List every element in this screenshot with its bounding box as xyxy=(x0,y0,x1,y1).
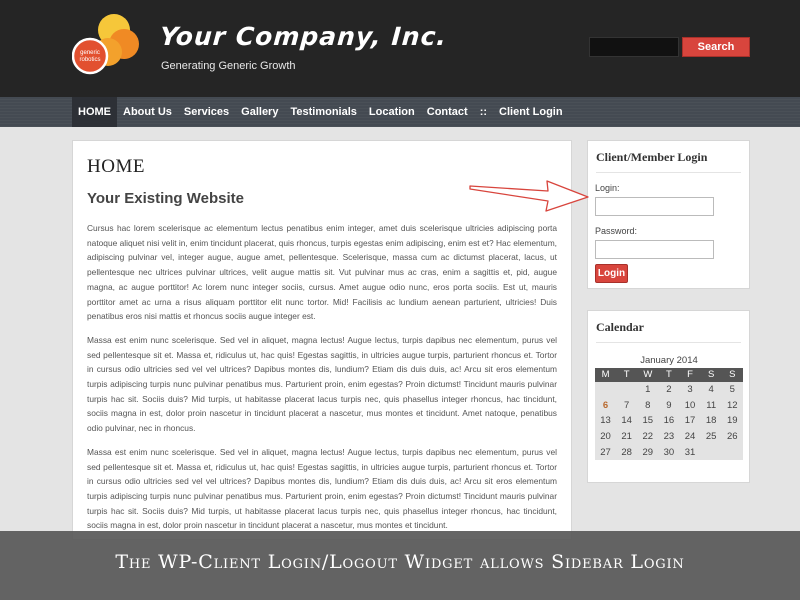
page-title: HOME xyxy=(87,156,145,177)
calendar-day: 21 xyxy=(621,431,632,443)
login-field[interactable] xyxy=(595,197,714,216)
nav-item-contact[interactable]: Contact xyxy=(421,97,474,127)
calendar-widget: Calendar January 2014 M T W T F S S 1 2 3 4 5 6 7 8 9 10… xyxy=(587,310,750,483)
arrow-annotation-icon xyxy=(469,180,589,212)
nav-separator: :: xyxy=(479,106,488,118)
calendar-empty-cell xyxy=(722,445,743,461)
calendar-weekday: S xyxy=(721,368,743,382)
main-navigation: HOME About Us Services Gallery Testimonials L… xyxy=(0,97,800,127)
calendar-day: 5 xyxy=(729,384,735,395)
login-button[interactable]: Login xyxy=(595,264,628,283)
calendar-empty-cell xyxy=(701,445,722,461)
calendar-weekday: T xyxy=(658,368,680,382)
calendar-weekday: F xyxy=(679,368,701,382)
nav-item-location[interactable]: Location xyxy=(363,97,421,127)
nav-item-services[interactable]: Services xyxy=(178,97,235,127)
calendar-empty-cell xyxy=(616,382,637,398)
nav-menu: HOME About Us Services Gallery Testimonials L… xyxy=(72,97,569,127)
nav-item-client-login[interactable]: Client Login xyxy=(493,97,569,127)
calendar-day: 30 xyxy=(663,446,675,458)
company-logo[interactable]: generic robotics xyxy=(72,12,140,80)
calendar-day: 8 xyxy=(645,399,651,411)
calendar-caption: January 2014 xyxy=(640,355,698,366)
calendar-day: 15 xyxy=(642,415,654,427)
calendar-grid: M T W T F S S 1 2 3 4 5 6 7 8 9 10 11 12 13 14 15 16 17 18 19 20 21… xyxy=(595,368,743,461)
login-widget: Client/Member Login Login: Password: Log… xyxy=(587,140,750,289)
calendar-table: January 2014 M T W T F S S 1 2 3 4 5 6 7 8 9 10 11 12 13 14 1… xyxy=(595,354,743,461)
nav-item-home[interactable]: HOME xyxy=(72,97,117,127)
calendar-day: 24 xyxy=(684,431,696,443)
body-paragraph: Massa est enim nunc scelerisque. Sed vel… xyxy=(87,446,557,531)
password-label: Password: xyxy=(595,226,638,236)
calendar-day: 10 xyxy=(684,399,696,411)
calendar-weekday: W xyxy=(637,368,659,382)
search-input[interactable] xyxy=(589,37,679,57)
calendar-day: 9 xyxy=(666,399,672,411)
nav-item-testimonials[interactable]: Testimonials xyxy=(284,97,362,127)
nav-item-about-us[interactable]: About Us xyxy=(117,97,178,127)
calendar-day: 23 xyxy=(663,431,675,443)
calendar-day: 28 xyxy=(621,446,632,458)
calendar-weekday: T xyxy=(616,368,638,382)
site-header: generic robotics Your Company, Inc. Gene… xyxy=(0,0,800,97)
svg-text:robotics: robotics xyxy=(79,57,100,63)
calendar-empty-cell xyxy=(595,382,616,398)
calendar-day: 18 xyxy=(705,415,717,427)
calendar-weekday: S xyxy=(700,368,722,382)
calendar-day: 26 xyxy=(727,431,738,443)
calendar-day: 6 xyxy=(602,399,609,411)
caption-banner: The WP-Client Login/Logout Widget allows… xyxy=(0,531,800,600)
calendar-day: 29 xyxy=(642,446,654,458)
calendar-day: 4 xyxy=(708,384,714,395)
calendar-day: 14 xyxy=(621,415,632,427)
calendar-day: 7 xyxy=(624,399,630,411)
calendar-day: 11 xyxy=(706,399,717,411)
site-tagline: Generating Generic Growth xyxy=(161,60,296,72)
svg-text:generic: generic xyxy=(80,50,100,56)
calendar-day: 2 xyxy=(666,384,672,395)
login-widget-title: Client/Member Login xyxy=(596,150,741,173)
calendar-day: 25 xyxy=(705,431,717,443)
caption-text: The WP-Client Login/Logout Widget allows… xyxy=(115,551,685,573)
password-field[interactable] xyxy=(595,240,714,259)
calendar-day: 17 xyxy=(684,415,696,427)
calendar-day: 12 xyxy=(727,399,738,411)
calendar-weekday: M xyxy=(595,368,617,382)
calendar-day: 1 xyxy=(645,384,651,395)
nav-item-gallery[interactable]: Gallery xyxy=(235,97,284,127)
login-label: Login: xyxy=(595,183,620,193)
search-button[interactable]: Search xyxy=(682,37,750,57)
calendar-day: 22 xyxy=(642,431,654,443)
calendar-day: 16 xyxy=(663,415,675,427)
calendar-widget-title: Calendar xyxy=(596,320,741,343)
calendar-day: 19 xyxy=(727,415,738,427)
body-paragraph: Cursus hac lorem scelerisque ac elementu… xyxy=(87,223,557,322)
calendar-day: 31 xyxy=(684,446,696,458)
calendar-day: 20 xyxy=(600,431,611,443)
calendar-day: 27 xyxy=(600,446,611,458)
calendar-day: 13 xyxy=(600,415,611,427)
body-paragraph: Massa est enim nunc scelerisque. Sed vel… xyxy=(87,334,557,434)
site-title[interactable]: Your Company, Inc. xyxy=(159,22,448,51)
calendar-day: 3 xyxy=(687,384,693,395)
